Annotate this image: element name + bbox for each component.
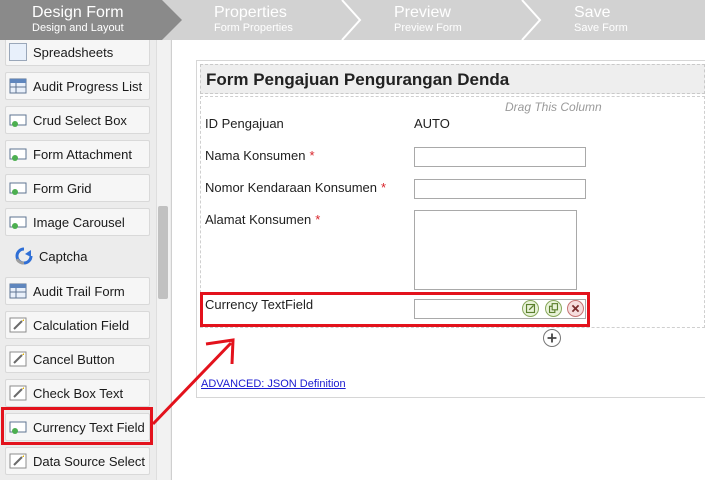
palette-item-audit-trail-form[interactable]: Audit Trail Form [5, 277, 150, 305]
field-icon [9, 148, 27, 161]
palette-item-label: Audit Progress List [33, 78, 143, 94]
field-icon [9, 114, 27, 127]
step-subtitle: Design and Layout [32, 22, 124, 34]
palette-item-label: Crud Select Box [33, 112, 127, 128]
pencil-icon [9, 317, 27, 333]
nama-konsumen-input[interactable] [414, 147, 586, 167]
table-icon [9, 78, 27, 94]
step-chevron-icon [521, 0, 542, 40]
step-title: Design Form [32, 4, 124, 21]
step-save[interactable]: Save Save Form [542, 0, 705, 40]
step-title: Properties [214, 4, 287, 21]
palette-item-image-carousel[interactable]: Image Carousel [5, 208, 150, 236]
palette-item-crud-select-box[interactable]: Crud Select Box [5, 106, 150, 134]
palette-item-label: Image Carousel [33, 214, 125, 230]
step-title: Save [574, 4, 611, 21]
currency-textfield-highlight [200, 292, 590, 327]
required-mark: * [309, 148, 315, 163]
alamat-konsumen-label: Alamat Konsumen * [205, 212, 321, 227]
nomor-kendaraan-label: Nomor Kendaraan Konsumen * [205, 180, 387, 195]
alamat-konsumen-textarea[interactable] [414, 210, 577, 290]
step-subtitle: Save Form [574, 22, 628, 34]
palette-item-audit-progress-list[interactable]: Audit Progress List [5, 72, 150, 100]
pencil-icon [9, 351, 27, 367]
palette-item-spreadsheets[interactable]: Spreadsheets [5, 40, 150, 66]
palette-item-label: Form Grid [33, 180, 92, 196]
step-preview[interactable]: Preview Preview Form [362, 0, 522, 40]
palette-item-form-attachment[interactable]: Form Attachment [5, 140, 150, 168]
pencil-icon [9, 385, 27, 401]
id-pengajuan-label: ID Pengajuan [205, 116, 284, 131]
palette-item-label: Spreadsheets [33, 44, 114, 60]
step-chevron-icon [341, 0, 362, 40]
palette-item-label: Data Source Select [33, 453, 146, 469]
table-icon [9, 283, 27, 299]
spreadsheet-icon [9, 43, 27, 61]
step-subtitle: Form Properties [214, 22, 293, 34]
palette-item-label: Cancel Button [33, 351, 115, 367]
required-mark: * [381, 180, 387, 195]
palette-item-captcha[interactable]: Captcha [5, 242, 150, 270]
wizard-steps-bar: Design Form Design and Layout Properties… [0, 0, 705, 40]
palette-item-check-box-text[interactable]: Check Box Text [5, 379, 150, 407]
advanced-json-link[interactable]: ADVANCED: JSON Definition [201, 378, 346, 390]
palette-item-data-source-select[interactable]: Data Source Select [5, 447, 150, 475]
required-mark: * [315, 212, 321, 227]
palette-item-calculation-field[interactable]: Calculation Field [5, 311, 150, 339]
palette-item-label: Audit Trail Form [33, 283, 125, 299]
palette-item-label: Calculation Field [33, 317, 130, 333]
id-pengajuan-value: AUTO [414, 116, 450, 131]
step-properties[interactable]: Properties Form Properties [182, 0, 342, 40]
field-icon [9, 216, 27, 229]
step-title: Preview [394, 4, 451, 21]
palette-item-label: Captcha [39, 248, 88, 264]
step-subtitle: Preview Form [394, 22, 462, 34]
form-builder-window: Design Form Design and Layout Properties… [0, 0, 705, 480]
field-icon [9, 182, 27, 195]
palette-scrollbar-thumb[interactable] [158, 206, 168, 299]
form-title: Form Pengajuan Pengurangan Denda [206, 70, 510, 89]
drag-column-hint[interactable]: Drag This Column [505, 100, 602, 114]
currency-text-field-highlight [1, 407, 153, 445]
palette-item-form-grid[interactable]: Form Grid [5, 174, 150, 202]
step-chevron-icon [160, 0, 182, 40]
pencil-icon [9, 453, 27, 469]
nomor-kendaraan-input[interactable] [414, 179, 586, 199]
nama-konsumen-label: Nama Konsumen * [205, 148, 315, 163]
palette-item-label: Check Box Text [33, 385, 124, 401]
captcha-icon [15, 247, 33, 265]
palette-item-cancel-button[interactable]: Cancel Button [5, 345, 150, 373]
step-design-form[interactable]: Design Form Design and Layout [0, 0, 162, 40]
add-element-icon[interactable] [543, 329, 561, 347]
palette-item-label: Form Attachment [33, 146, 132, 162]
